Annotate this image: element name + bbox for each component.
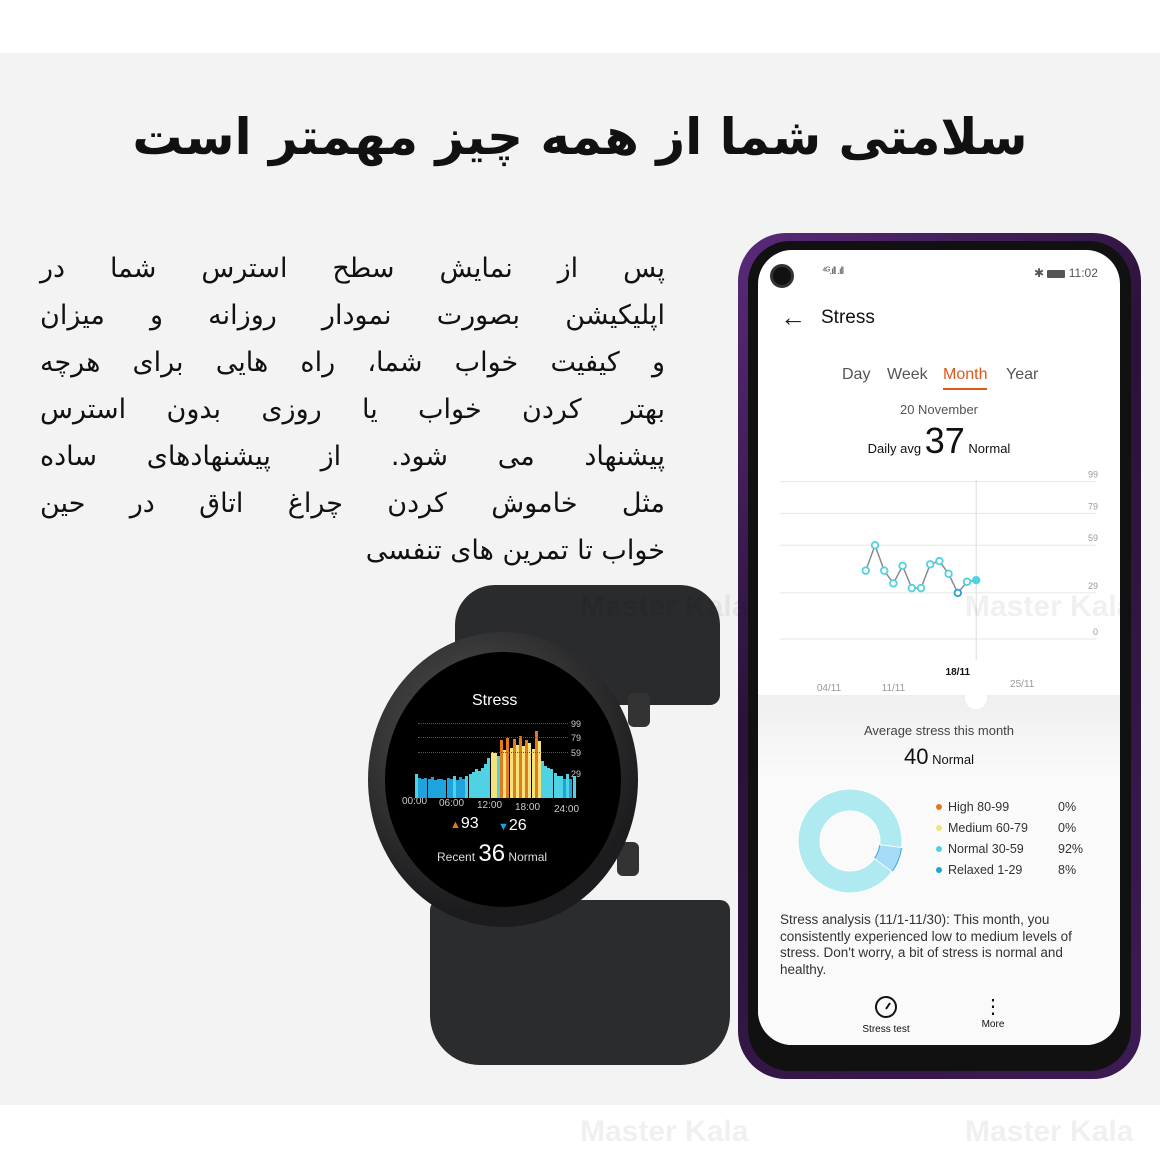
distribution-donut	[797, 788, 903, 894]
legend-percent: 0%	[1058, 800, 1077, 814]
description-line: خواب تا تمرین های تنفسی	[365, 535, 665, 566]
x-tick-label: 11/11	[882, 683, 906, 694]
watch-gridline	[418, 723, 568, 724]
legend-label: Relaxed 1-29	[948, 863, 1023, 877]
watch-x-tick: 24:00	[554, 804, 580, 815]
x-tick-label: 25/11	[1010, 679, 1035, 690]
watch-x-tick: 18:00	[515, 802, 541, 813]
data-point	[861, 566, 870, 575]
description-line: بهتر کردن خواب یا روزی بدون استرس	[40, 394, 665, 425]
average-label: Average stress this month	[863, 723, 1015, 738]
legend-dot	[936, 825, 942, 831]
data-point	[889, 579, 898, 588]
watch-bar	[572, 775, 576, 798]
legend-percent: 0%	[1058, 821, 1077, 835]
watch-gridline	[418, 737, 568, 738]
stress-test-label: Stress test	[862, 1024, 910, 1035]
x-tick-label: 18/11	[946, 667, 971, 678]
watermark: Master Kala	[580, 590, 749, 623]
description-line: مثل خاموش کردن چراغ اتاق در حین	[40, 488, 665, 519]
watch-gridline	[418, 752, 568, 753]
stress-line-chart[interactable]: 02959799904/11 11/1118/1125/11	[758, 250, 1120, 710]
y-tick-label: 0	[1093, 627, 1098, 637]
data-point	[879, 566, 889, 575]
y-tick-label: 99	[1088, 470, 1098, 480]
chart-scrubber-handle	[965, 687, 987, 709]
legend-label: Medium 60-79	[948, 821, 1028, 835]
stress-test-button[interactable]: Stress test	[858, 995, 914, 1035]
more-button[interactable]: ⋮ More	[968, 995, 1018, 1030]
watch-title: Stress	[472, 692, 518, 709]
watch-recent-label: Recent	[437, 850, 476, 864]
watermark: Master Kala	[965, 1115, 1134, 1148]
watch-min: 26	[508, 817, 527, 834]
watch-strap-bottom	[430, 900, 730, 1065]
data-point	[962, 577, 972, 586]
watch-x-tick: 12:00	[477, 800, 503, 811]
phone-screen: ⁴ᴳ.ıll .ıll ✱ 11:02 ← Stress Day Week Mo…	[758, 250, 1120, 1045]
watch-y-tick: 79	[571, 733, 582, 743]
x-tick-label: 04/11	[817, 683, 842, 694]
average-status: Normal	[932, 752, 974, 767]
data-point	[971, 575, 981, 585]
data-point	[935, 556, 944, 566]
data-point	[870, 540, 880, 550]
watermark: Master Kala	[580, 1115, 749, 1148]
legend-dot	[936, 867, 942, 873]
data-point	[944, 569, 953, 579]
top-strip	[0, 0, 1160, 53]
watermark: Master Kala	[965, 590, 1134, 623]
stress-analysis: Stress analysis (11/1-11/30): This month…	[780, 912, 1072, 977]
description: پس از نمایش سطح استرس شما در اپلیکیشن بص…	[40, 245, 665, 574]
down-triangle-icon: ▼	[498, 821, 509, 833]
description-line: اپلیکیشن بصورت نمودار روزانه و میزان	[40, 300, 665, 331]
watch-y-tick: 99	[571, 719, 582, 729]
watch-y-tick: 59	[571, 748, 582, 758]
description-line: پیشنهاد می شود. از پیشنهادهای ساده	[40, 441, 665, 472]
legend-label: High 80-99	[948, 800, 1010, 814]
watch-button-top	[628, 693, 650, 727]
data-point	[916, 583, 926, 593]
description-line: و کیفیت خواب شما، راه هایی برای هرچه	[40, 347, 665, 378]
legend-label: Normal 30-59	[948, 842, 1024, 856]
data-point	[907, 583, 916, 593]
gauge-icon	[875, 996, 897, 1018]
average-value: 40	[903, 744, 929, 769]
y-tick-label: 59	[1088, 533, 1098, 543]
watch-recent-status: Normal	[508, 850, 548, 864]
watch-recent-value: 36	[478, 840, 506, 867]
headline: سلامتی شما از همه چیز مهمتر است	[132, 108, 1028, 166]
legend-dot	[936, 846, 942, 852]
data-point	[898, 561, 907, 571]
donut-slice	[797, 788, 903, 894]
more-label: More	[981, 1019, 1005, 1030]
up-triangle-icon: ▲	[450, 819, 461, 831]
data-point	[925, 560, 935, 569]
y-tick-label: 79	[1088, 501, 1098, 511]
more-vertical-icon: ⋮	[983, 996, 1003, 1018]
legend-percent: 92%	[1058, 842, 1084, 856]
legend-dot	[936, 804, 942, 810]
data-point	[953, 588, 962, 598]
legend-percent: 8%	[1058, 863, 1077, 877]
description-line: پس از نمایش سطح استرس شما در	[40, 253, 665, 284]
watch-max: 93	[460, 815, 479, 832]
watch-x-tick: 06:00	[439, 798, 465, 809]
